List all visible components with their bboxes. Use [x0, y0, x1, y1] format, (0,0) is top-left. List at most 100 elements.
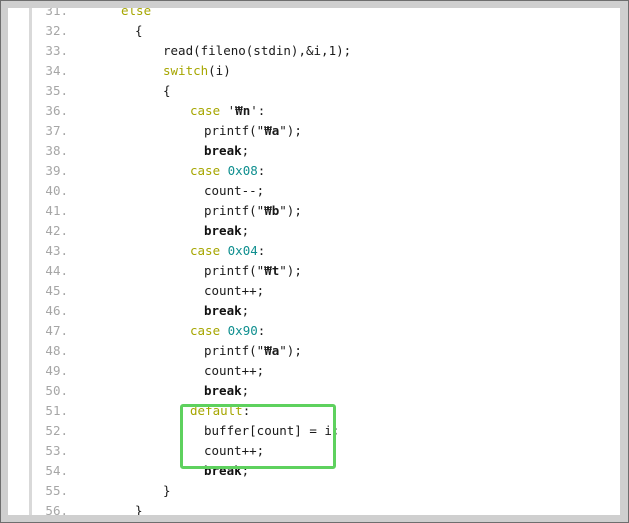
code-text: } — [135, 501, 143, 515]
code-token: "); — [279, 123, 302, 138]
code-line[interactable]: 52. buffer[count] = i; — [8, 421, 620, 441]
code-line[interactable]: 55.} — [8, 481, 620, 501]
code-token: 0x90 — [227, 323, 258, 338]
code-line[interactable]: 38. break; — [8, 141, 620, 161]
code-token: ₩b — [264, 203, 280, 218]
code-token: count--; — [204, 183, 265, 198]
code-token: case — [190, 163, 228, 178]
code-line[interactable]: 44. printf("₩t"); — [8, 261, 620, 281]
code-token: } — [163, 483, 171, 498]
code-line[interactable]: 45. count++; — [8, 281, 620, 301]
code-token: count++; — [204, 283, 265, 298]
code-token: break — [204, 143, 242, 158]
line-number: 45. — [45, 283, 68, 298]
code-text: { — [135, 21, 143, 41]
line-number: 32. — [45, 23, 68, 38]
code-line[interactable]: 43. case 0x04: — [8, 241, 620, 261]
code-line[interactable]: 39. case 0x08: — [8, 161, 620, 181]
code-viewport[interactable]: 31. else 32.{33. read(fileno(stdin),&i,1); 3… — [8, 8, 620, 515]
line-number: 31. — [45, 8, 68, 18]
code-text: } — [163, 481, 171, 501]
code-line[interactable]: 34. switch(i) — [8, 61, 620, 81]
code-line[interactable]: 33. read(fileno(stdin),&i,1); — [8, 41, 620, 61]
line-number: 55. — [45, 483, 68, 498]
code-text: break; — [204, 221, 249, 241]
code-token: count++; — [204, 363, 265, 378]
code-text: printf("₩t"); — [204, 261, 302, 281]
code-line[interactable]: 47. case 0x90: — [8, 321, 620, 341]
code-token: switch — [163, 63, 209, 78]
code-line[interactable]: 56.} — [8, 501, 620, 515]
code-token: "); — [279, 203, 302, 218]
line-number: 47. — [45, 323, 68, 338]
line-number: 33. — [45, 43, 68, 58]
code-token: : — [242, 403, 251, 418]
line-number: 36. — [45, 103, 68, 118]
code-line[interactable]: 40. count--; — [8, 181, 620, 201]
code-token: (i) — [208, 63, 231, 78]
code-line[interactable]: 41. printf("₩b"); — [8, 201, 620, 221]
code-token: printf(" — [204, 123, 265, 138]
code-line[interactable]: 54. break; — [8, 461, 620, 481]
line-number: 50. — [45, 383, 68, 398]
code-token: count++; — [204, 443, 265, 458]
code-line[interactable]: 37. printf("₩a"); — [8, 121, 620, 141]
code-text: read(fileno(stdin),&i,1); — [163, 41, 351, 61]
code-token: 0x04 — [227, 243, 258, 258]
code-token: ₩a — [264, 343, 280, 358]
code-token: case — [190, 323, 228, 338]
code-area[interactable]: 31. else 32.{33. read(fileno(stdin),&i,1); 3… — [8, 8, 620, 515]
code-token: ': — [250, 103, 266, 118]
code-token: : — [257, 323, 266, 338]
code-text: buffer[count] = i; — [204, 421, 339, 441]
editor-window: 31. else 32.{33. read(fileno(stdin),&i,1); 3… — [0, 0, 629, 523]
code-line[interactable]: 35. { — [8, 81, 620, 101]
code-line[interactable]: 53. count++; — [8, 441, 620, 461]
code-token: buffer[count] = i; — [204, 423, 340, 438]
code-line[interactable]: 48. printf("₩a"); — [8, 341, 620, 361]
code-token: { — [163, 83, 171, 98]
code-text: case '₩n': — [190, 101, 265, 121]
line-number: 51. — [45, 403, 68, 418]
code-text: count++; — [204, 361, 264, 381]
line-number: 53. — [45, 443, 68, 458]
code-token: printf(" — [204, 263, 265, 278]
code-text: switch(i) — [163, 61, 231, 81]
line-number: 54. — [45, 463, 68, 478]
code-line[interactable]: 31. else — [8, 8, 620, 21]
code-token: 0x08 — [227, 163, 258, 178]
code-token: break — [204, 303, 242, 318]
line-number: 39. — [45, 163, 68, 178]
line-number: 52. — [45, 423, 68, 438]
code-token: ; — [241, 223, 250, 238]
code-line[interactable]: 51. default: — [8, 401, 620, 421]
code-token: ; — [241, 303, 250, 318]
code-token: case — [190, 103, 228, 118]
code-line[interactable]: 32. { — [8, 21, 620, 41]
code-text: count++; — [204, 441, 264, 461]
code-token: : — [257, 163, 266, 178]
line-number: 42. — [45, 223, 68, 238]
code-token: : — [257, 243, 266, 258]
code-text: { — [163, 81, 171, 101]
line-number: 35. — [45, 83, 68, 98]
code-text: printf("₩a"); — [204, 341, 302, 361]
code-token: } — [135, 503, 143, 515]
code-text: break; — [204, 461, 249, 481]
code-token: break — [204, 463, 242, 478]
code-text: break; — [204, 141, 249, 161]
code-text: printf("₩b"); — [204, 201, 302, 221]
code-line[interactable]: 46. break; — [8, 301, 620, 321]
code-token: ; — [241, 463, 250, 478]
code-text: count++; — [204, 281, 264, 301]
code-line[interactable]: 42. break; — [8, 221, 620, 241]
code-text: case 0x08: — [190, 161, 265, 181]
code-token: "); — [279, 343, 302, 358]
code-line[interactable]: 49. count++; — [8, 361, 620, 381]
code-line[interactable]: 50. break; — [8, 381, 620, 401]
line-number: 34. — [45, 63, 68, 78]
line-number: 40. — [45, 183, 68, 198]
code-line[interactable]: 36. case '₩n': — [8, 101, 620, 121]
code-token: read(fileno(stdin),&i,1); — [163, 43, 352, 58]
code-token: { — [135, 23, 143, 38]
